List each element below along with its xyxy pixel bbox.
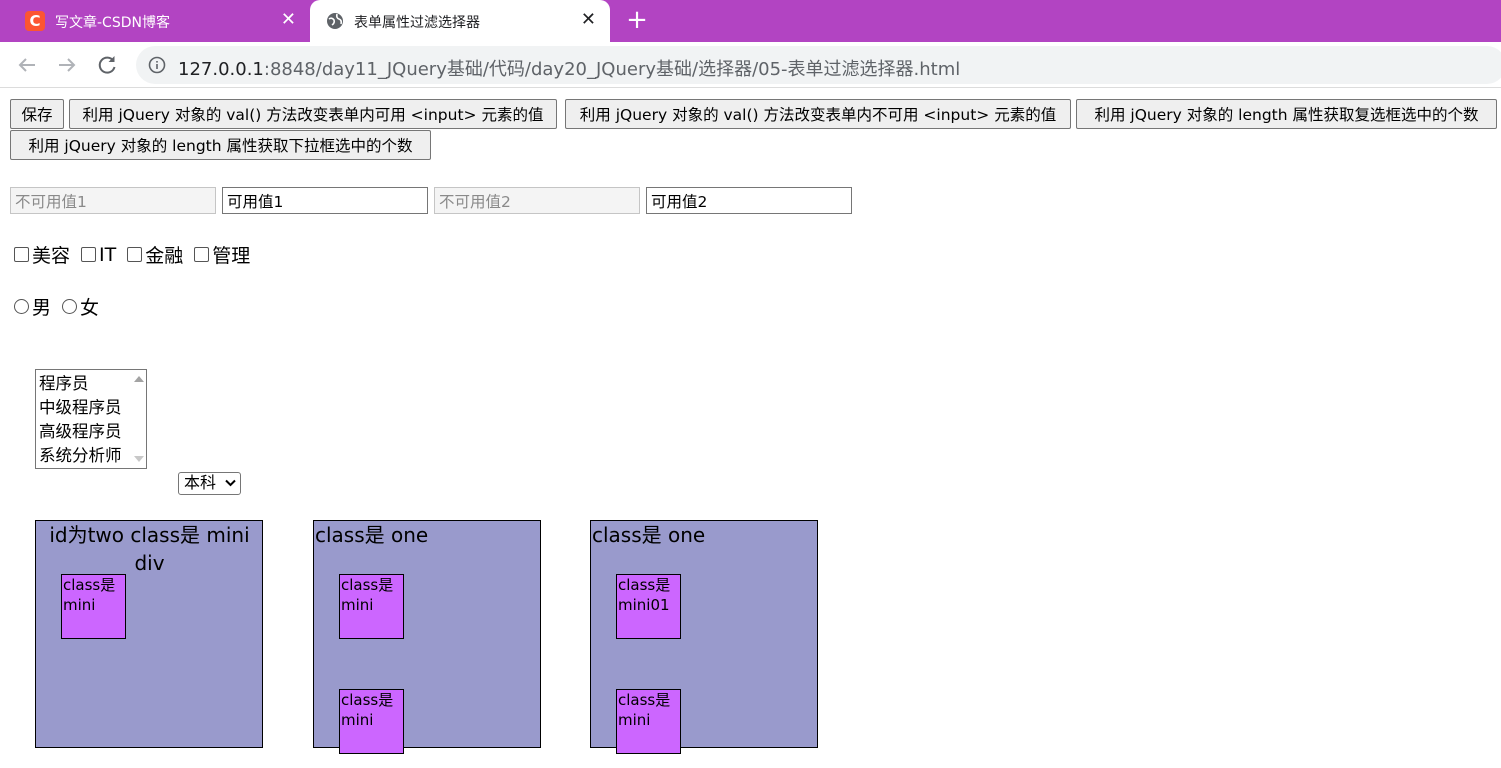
url-host: 127.0.0.1	[178, 59, 264, 80]
listbox-option[interactable]: 系统分析师	[36, 444, 146, 468]
save-button[interactable]: 保存	[10, 99, 64, 129]
listbox-option[interactable]: 程序员	[36, 372, 146, 396]
disabled-input-2	[434, 187, 640, 214]
set-enabled-inputs-button[interactable]: 利用 jQuery 对象的 val() 方法改变表单内可用 <input> 元素…	[69, 99, 557, 129]
browser-tab-bar: C 写文章-CSDN博客 ✕ 表单属性过滤选择器 ✕ +	[0, 0, 1501, 42]
globe-icon	[327, 13, 343, 29]
browser-toolbar: 127.0.0.1:8848/day11_JQuery基础/代码/day20_J…	[0, 42, 1501, 88]
tab-title: 写文章-CSDN博客	[55, 15, 170, 31]
box-label: class是 one	[592, 523, 706, 547]
set-disabled-inputs-button[interactable]: 利用 jQuery 对象的 val() 方法改变表单内不可用 <input> 元…	[565, 99, 1071, 129]
chevron-down-icon	[225, 479, 236, 487]
box-label: id为two class是 mini div	[49, 523, 250, 575]
box-label: class是 one	[315, 523, 429, 547]
checkbox-it[interactable]	[81, 247, 97, 262]
radio-label: 男	[32, 297, 52, 319]
forward-arrow-icon[interactable]	[53, 51, 81, 79]
count-checked-checkboxes-button[interactable]: 利用 jQuery 对象的 length 属性获取复选框选中的个数	[1076, 99, 1497, 129]
close-icon[interactable]: ✕	[281, 10, 296, 30]
scroll-down-arrow-icon[interactable]	[134, 456, 144, 462]
mini-box: class是mini	[339, 574, 404, 639]
mini-box: class是mini	[61, 574, 126, 639]
csdn-c-icon: C	[25, 11, 45, 31]
radio-female[interactable]	[62, 299, 78, 314]
url-text[interactable]: 127.0.0.1:8848/day11_JQuery基础/代码/day20_J…	[178, 55, 960, 81]
page-content: 保存 利用 jQuery 对象的 val() 方法改变表单内可用 <input>…	[0, 88, 1501, 768]
new-tab-button[interactable]: +	[624, 6, 650, 36]
tab-form-filter[interactable]: 表单属性过滤选择器 ✕	[310, 0, 610, 42]
checkbox-label: 管理	[212, 245, 251, 267]
mini-box: class是mini01	[616, 574, 681, 639]
close-icon[interactable]: ✕	[581, 10, 596, 30]
disabled-input-1	[10, 187, 216, 214]
listbox-option[interactable]: 中级程序员	[36, 396, 146, 420]
scroll-up-arrow-icon[interactable]	[134, 376, 144, 382]
listbox-scrollbar[interactable]	[131, 370, 146, 468]
box-one: class是 one class是mini class是mini	[313, 520, 541, 754]
checkbox-management[interactable]	[194, 247, 210, 262]
job-listbox[interactable]: 程序员 中级程序员 高级程序员 系统分析师	[35, 369, 147, 469]
tab-title: 表单属性过滤选择器	[354, 15, 480, 31]
checkbox-label: 金融	[145, 245, 184, 267]
box-two: id为two class是 mini div class是mini	[35, 520, 263, 748]
checkbox-label: IT	[99, 243, 117, 266]
reload-icon[interactable]	[93, 51, 121, 79]
mini-box: class是mini	[616, 689, 681, 754]
education-select[interactable]: 本科	[178, 472, 241, 495]
box-one: class是 one class是mini01 class是mini	[590, 520, 818, 754]
radio-male[interactable]	[14, 299, 29, 314]
mini-box: class是mini	[339, 689, 404, 754]
enabled-input-1[interactable]	[222, 187, 428, 214]
count-selected-options-button[interactable]: 利用 jQuery 对象的 length 属性获取下拉框选中的个数	[10, 130, 431, 160]
checkbox-label: 美容	[32, 245, 71, 267]
tab-csdn[interactable]: C 写文章-CSDN博客 ✕	[0, 0, 310, 42]
gender-radio-group: 男 女	[14, 293, 110, 320]
info-icon[interactable]	[148, 56, 166, 74]
enabled-input-2[interactable]	[646, 187, 852, 214]
listbox-option[interactable]: 高级程序员	[36, 420, 146, 444]
url-path: :8848/day11_JQuery基础/代码/day20_JQuery基础/选…	[263, 59, 961, 80]
checkbox-beauty[interactable]	[14, 247, 29, 262]
checkbox-group: 美容 IT 金融 管理	[14, 241, 261, 268]
address-bar[interactable]: 127.0.0.1:8848/day11_JQuery基础/代码/day20_J…	[136, 46, 1501, 84]
back-arrow-icon[interactable]	[13, 51, 41, 79]
select-value: 本科	[184, 473, 217, 492]
checkbox-finance[interactable]	[127, 247, 143, 262]
radio-label: 女	[80, 297, 100, 319]
